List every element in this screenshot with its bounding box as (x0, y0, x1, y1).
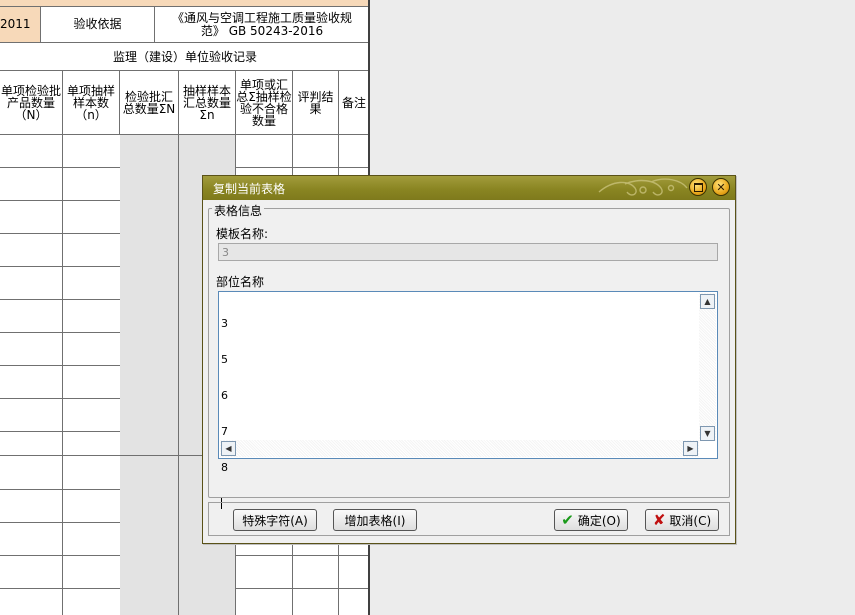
row-line (0, 200, 120, 201)
dialog-titlebar[interactable]: 复制当前表格 ✕ (203, 176, 735, 200)
col-header-defect-count: 单项或汇总Σ抽样检验不合格数量 (236, 71, 293, 135)
scroll-up-icon[interactable]: ▲ (700, 294, 715, 309)
col-header-batch-total: 检验批汇总数量ΣN (120, 71, 179, 135)
sheet-top-strip (0, 0, 370, 7)
ornament-icon (598, 178, 688, 196)
row-line (0, 167, 120, 168)
row-line (236, 588, 370, 589)
row-line (0, 431, 120, 432)
scroll-left-icon[interactable]: ◀ (221, 441, 236, 456)
row-line (0, 489, 120, 490)
section-title: 监理（建设）单位验收记录 (0, 43, 370, 71)
ok-button[interactable]: ✔ 确定(O) (554, 509, 628, 531)
dialog-title: 复制当前表格 (213, 182, 286, 196)
close-icon[interactable]: ✕ (712, 178, 730, 196)
part-name-text: 3 5 6 7 8 (221, 294, 242, 534)
year-cell: 2011 (0, 7, 41, 43)
add-table-button[interactable]: 增加表格(I) (333, 509, 417, 531)
ok-label: 确定(O) (577, 513, 621, 528)
cancel-label: 取消(C) (669, 513, 712, 528)
template-name-field[interactable] (218, 243, 718, 261)
col-header-result: 评判结果 (293, 71, 339, 135)
copy-table-dialog: 复制当前表格 ✕ 表格信息 模板名称: 部位名称 3 5 6 7 8 ▲ (202, 175, 736, 544)
vertical-scrollbar[interactable]: ▲ ▼ (699, 293, 716, 441)
row-line (0, 555, 120, 556)
template-name-label: 模板名称: (216, 227, 269, 241)
part-line: 8 (221, 461, 228, 474)
col-header-batch-qty: 单项检验批产品数量（N） (0, 71, 63, 135)
minimize-icon[interactable] (689, 178, 707, 196)
add-table-label: 增加表格(I) (344, 513, 406, 528)
col-header-remark: 备注 (339, 71, 370, 135)
scroll-right-icon[interactable]: ▶ (683, 441, 698, 456)
col-header-sample-total: 抽样样本汇总数量Σn (179, 71, 236, 135)
cancel-button[interactable]: ✘ 取消(C) (645, 509, 719, 531)
col-header-sample-count: 单项抽样样本数（n） (63, 71, 120, 135)
part-line: 7 (221, 425, 228, 438)
horizontal-scrollbar[interactable]: ◀ ▶ (220, 440, 699, 457)
scroll-down-icon[interactable]: ▼ (700, 426, 715, 441)
special-char-button[interactable]: 特殊字符(A) (233, 509, 317, 531)
part-line: 6 (221, 389, 228, 402)
row-line (0, 365, 120, 366)
part-name-label: 部位名称 (216, 275, 265, 289)
row-line (0, 522, 120, 523)
checkmark-icon: ✔ (561, 511, 574, 529)
col-divider (62, 135, 63, 615)
row-line (236, 167, 370, 168)
row-line (0, 332, 120, 333)
group-label: 表格信息 (212, 202, 265, 219)
part-name-textarea[interactable]: 3 5 6 7 8 ▲ ▼ ◀ ▶ (218, 291, 718, 509)
basis-value: 《通风与空调工程施工质量验收规范》 GB 50243-2016 (155, 7, 370, 43)
special-char-label: 特殊字符(A) (242, 513, 308, 528)
row-line (0, 233, 120, 234)
part-line: 5 (221, 353, 228, 366)
row-line (0, 398, 120, 399)
gray-column-1 (120, 135, 179, 615)
row-line (236, 555, 370, 556)
part-line: 3 (221, 317, 228, 330)
row-line (0, 299, 120, 300)
row-line (0, 266, 120, 267)
x-icon: ✘ (652, 511, 666, 529)
row-line (0, 588, 120, 589)
basis-label: 验收依据 (41, 7, 155, 43)
